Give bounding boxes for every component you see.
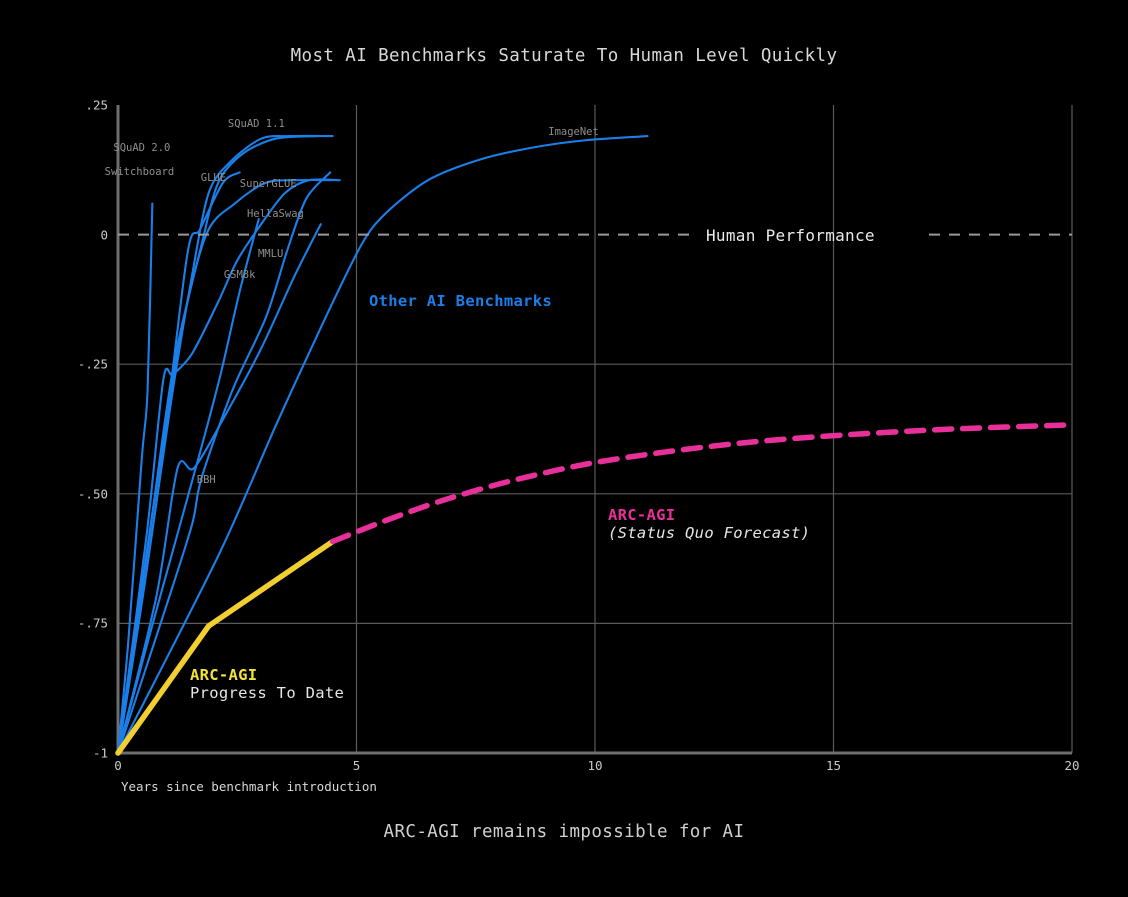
series-label: BBH: [196, 473, 216, 486]
series-label: Switchboard: [104, 166, 175, 179]
series-label: SQuAD 1.1: [227, 117, 285, 130]
chart-root: Most AI Benchmarks Saturate To Human Lev…: [0, 0, 1128, 897]
series-line: [116, 134, 334, 755]
annotation-arc-progress: ARC-AGI Progress To Date: [190, 666, 344, 702]
annotation-arc-progress-subtitle: Progress To Date: [190, 684, 345, 702]
series-label: MMLU: [257, 248, 284, 261]
annotation-arc-forecast: ARC-AGI (Status Quo Forecast): [608, 506, 810, 542]
series-label: SuperGLUE: [239, 178, 297, 191]
chart-caption: ARC-AGI remains impossible for AI: [383, 822, 745, 842]
series-label: HellaSwag: [246, 207, 304, 220]
annotation-arc-progress-title: ARC-AGI: [190, 666, 258, 684]
series-label: SQuAD 2.0: [113, 142, 171, 155]
series-line: [116, 202, 154, 755]
series-label: GLUE: [200, 171, 227, 184]
annotation-arc-forecast-subtitle: (Status Quo Forecast): [608, 524, 811, 542]
series-label: ImageNet: [548, 125, 599, 138]
human-performance-label: Human Performance: [706, 226, 875, 245]
annotation-other-benchmarks: Other AI Benchmarks: [369, 292, 552, 310]
series-label: GSM8k: [223, 269, 256, 282]
annotation-other-benchmarks-label: Other AI Benchmarks: [369, 292, 553, 310]
annotation-arc-forecast-title: ARC-AGI: [608, 506, 676, 524]
gridlines: [118, 105, 1073, 753]
series-line: [115, 538, 336, 756]
series-line: [116, 135, 649, 755]
